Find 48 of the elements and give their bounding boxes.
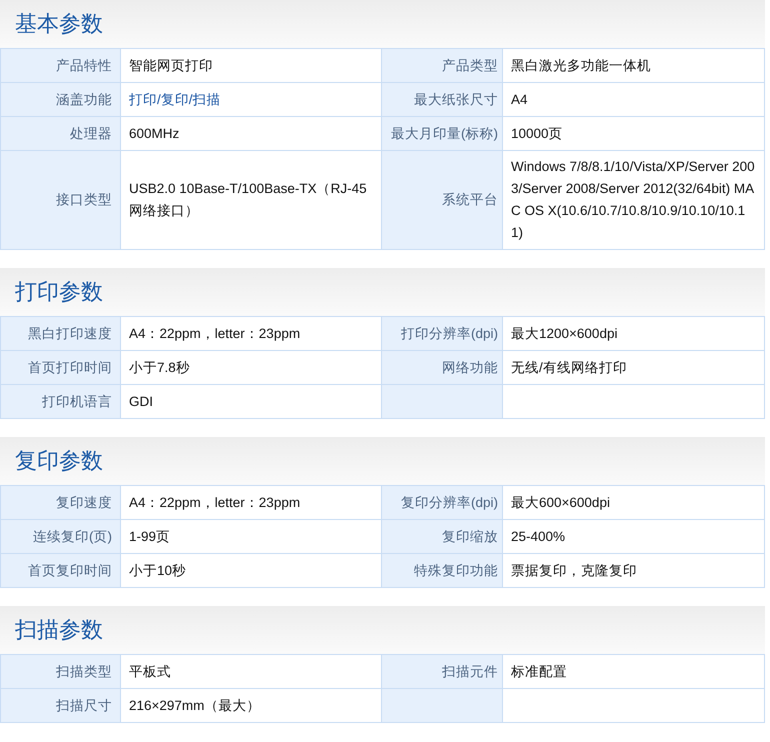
spec-value: 1-99页 (120, 520, 382, 554)
spec-value: USB2.0 10Base-T/100Base-TX（RJ-45网络接口） (120, 150, 382, 250)
spec-label: 打印分辨率(dpi) (382, 316, 502, 350)
spec-label: 产品类型 (382, 48, 502, 82)
spec-value: 标准配置 (502, 654, 764, 688)
spec-value: 最大600×600dpi (502, 486, 764, 520)
spec-label: 产品特性 (0, 48, 120, 82)
spec-label: 最大月印量(标称) (382, 116, 502, 150)
spec-value: 最大1200×600dpi (502, 316, 764, 350)
spec-value: 黑白激光多功能一体机 (502, 48, 764, 82)
spec-value: A4 (502, 82, 764, 116)
spec-value: 216×297mm（最大） (120, 688, 382, 722)
spec-label: 复印缩放 (382, 520, 502, 554)
spec-value: 票据复印，克隆复印 (502, 554, 764, 588)
spec-value: A4：22ppm，letter：23ppm (120, 486, 382, 520)
spec-label: 接口类型 (0, 150, 120, 250)
spec-label: 连续复印(页) (0, 520, 120, 554)
spec-value: 小于10秒 (120, 554, 382, 588)
spec-value: Windows 7/8/8.1/10/Vista/XP/Server 2003/Server 2008/Server 2012(32/64bit) MAC OS X(10.6/10.7/10.8/10.9/10.10/10.11) (502, 150, 764, 250)
spec-label: 网络功能 (382, 350, 502, 384)
spec-label: 复印分辨率(dpi) (382, 486, 502, 520)
spec-label: 首页打印时间 (0, 350, 120, 384)
spec-label: 首页复印时间 (0, 554, 120, 588)
spec-label: 涵盖功能 (0, 82, 120, 116)
spec-value: 智能网页打印 (120, 48, 382, 82)
spec-label: 最大纸张尺寸 (382, 82, 502, 116)
section-title: 扫描参数 (15, 617, 103, 645)
section-title: 打印参数 (15, 279, 103, 307)
spec-value: GDI (120, 384, 382, 418)
section-title: 基本参数 (15, 11, 103, 39)
spec-label: 打印机语言 (0, 384, 120, 418)
spec-value: 小于7.8秒 (120, 350, 382, 384)
spec-value: 600MHz (120, 116, 382, 150)
spec-label: 扫描类型 (0, 654, 120, 688)
feature-link[interactable]: 打印/复印/扫描 (129, 92, 221, 106)
spec-label: 扫描元件 (382, 654, 502, 688)
section-title: 复印参数 (15, 448, 103, 476)
spec-label: 特殊复印功能 (382, 554, 502, 588)
spec-value: 平板式 (120, 654, 382, 688)
spec-label: 扫描尺寸 (0, 688, 120, 722)
spec-label: 黑白打印速度 (0, 316, 120, 350)
spec-value: 25-400% (502, 520, 764, 554)
spec-label: 处理器 (0, 116, 120, 150)
spec-value: 无线/有线网络打印 (502, 350, 764, 384)
spec-label: 复印速度 (0, 486, 120, 520)
spec-label: 系统平台 (382, 150, 502, 250)
spec-value: 10000页 (502, 116, 764, 150)
spec-value: A4：22ppm，letter：23ppm (120, 316, 382, 350)
